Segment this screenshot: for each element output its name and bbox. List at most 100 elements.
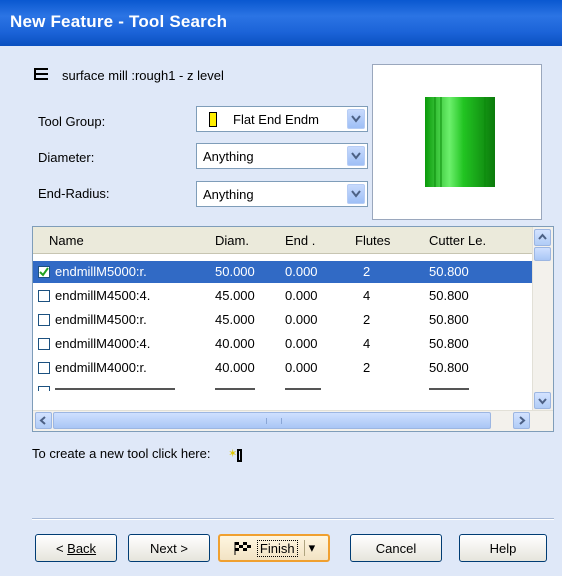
table-row-partial[interactable] xyxy=(33,381,533,391)
tool-group-label: Tool Group: xyxy=(38,114,106,129)
clipped-cell-text xyxy=(429,388,469,390)
cell-flutes: 2 xyxy=(363,360,371,375)
column-header-name[interactable]: Name xyxy=(49,233,84,248)
grip-icon xyxy=(266,418,282,424)
chevron-up-icon xyxy=(538,233,547,240)
finish-label: Finish xyxy=(256,539,298,557)
cell-end: 0.000 xyxy=(285,312,318,327)
cell-name: endmillM5000:r. xyxy=(55,264,147,279)
new-tool-label: To create a new tool click here: xyxy=(32,446,211,461)
cell-diam: 45.000 xyxy=(215,288,255,303)
operation-icon xyxy=(32,66,50,84)
cell-name: endmillM4000:r. xyxy=(55,360,147,375)
cell-flutes: 4 xyxy=(363,336,371,351)
tool-group-select[interactable]: Flat End Endm xyxy=(196,106,368,132)
cell-length: 50.800 xyxy=(429,264,469,279)
scroll-down-button[interactable] xyxy=(534,392,551,409)
cell-end: 0.000 xyxy=(285,264,318,279)
tool-icon xyxy=(237,448,243,462)
column-header-diam[interactable]: Diam. xyxy=(215,233,249,248)
chevron-down-icon xyxy=(538,398,547,405)
scroll-left-button[interactable] xyxy=(35,412,52,429)
cell-diam: 40.000 xyxy=(215,336,255,351)
back-label: Back xyxy=(67,540,97,556)
clipped-cell-text xyxy=(215,388,255,390)
row-checkbox[interactable] xyxy=(38,362,50,374)
cell-length: 50.800 xyxy=(429,360,469,375)
row-checkbox[interactable] xyxy=(38,386,50,391)
vertical-scroll-thumb[interactable] xyxy=(534,247,551,261)
cell-end: 0.000 xyxy=(285,288,318,303)
chevron-left-icon xyxy=(39,416,46,425)
cell-flutes: 2 xyxy=(363,312,371,327)
column-header-flutes[interactable]: Flutes xyxy=(355,233,390,248)
tool-group-value: Flat End Endm xyxy=(233,112,319,127)
next-label: Next > xyxy=(150,540,188,556)
cell-length: 50.800 xyxy=(429,288,469,303)
chevron-down-icon[interactable] xyxy=(347,184,365,204)
tool-preview xyxy=(372,64,542,220)
scroll-right-button[interactable] xyxy=(513,412,530,429)
diameter-label: Diameter: xyxy=(38,150,95,165)
operation-row: surface mill :rough1 - z level xyxy=(32,64,224,86)
window-title: New Feature - Tool Search xyxy=(10,12,228,31)
cell-name: endmillM4500:r. xyxy=(55,312,147,327)
diameter-value: Anything xyxy=(203,149,254,164)
column-header-cutter-length[interactable]: Cutter Le. xyxy=(429,233,486,248)
cell-flutes: 4 xyxy=(363,288,371,303)
table-row[interactable]: endmillM5000:r. 50.000 0.000 2 50.800 xyxy=(33,261,533,283)
cell-end: 0.000 xyxy=(285,360,318,375)
cell-name: endmillM4000:4. xyxy=(55,336,151,351)
column-header-end[interactable]: End . xyxy=(285,233,315,248)
vertical-scrollbar[interactable] xyxy=(532,227,553,411)
flat-end-tool-icon xyxy=(209,112,217,127)
cell-flutes: 2 xyxy=(363,264,371,279)
back-arrow: < xyxy=(55,540,68,556)
chevron-right-icon xyxy=(519,416,526,425)
tool-list-header: Name Diam. End . Flutes Cutter Le. xyxy=(33,227,533,254)
chevron-down-icon[interactable] xyxy=(347,109,365,129)
finish-button[interactable]: Finish ▾ xyxy=(218,534,330,562)
diameter-select[interactable]: Anything xyxy=(196,143,368,169)
table-row[interactable]: endmillM4500:4. 45.000 0.000 4 50.800 xyxy=(33,285,533,307)
end-radius-value: Anything xyxy=(203,187,254,202)
checkered-flag-icon xyxy=(234,542,251,555)
table-row[interactable]: endmillM4500:r. 45.000 0.000 2 50.800 xyxy=(33,309,533,331)
cell-end: 0.000 xyxy=(285,336,318,351)
checkmark-icon xyxy=(39,267,49,277)
clipped-cell-text xyxy=(285,388,321,390)
title-bar: New Feature - Tool Search xyxy=(0,0,562,46)
row-checkbox[interactable] xyxy=(38,266,50,278)
tool-preview-cylinder xyxy=(425,97,495,187)
chevron-down-icon[interactable] xyxy=(347,146,365,166)
cell-length: 50.800 xyxy=(429,312,469,327)
cell-diam: 50.000 xyxy=(215,264,255,279)
clipped-cell-text xyxy=(55,388,175,390)
tool-list[interactable]: Name Diam. End . Flutes Cutter Le. endmi… xyxy=(32,226,554,432)
sparkle-icon: ✶ xyxy=(228,447,238,460)
end-radius-label: End-Radius: xyxy=(38,186,110,201)
cell-diam: 40.000 xyxy=(215,360,255,375)
new-tool-icon[interactable]: ✶ xyxy=(228,447,248,463)
cancel-label: Cancel xyxy=(375,540,417,556)
table-row[interactable]: endmillM4000:r. 40.000 0.000 2 50.800 xyxy=(33,357,533,379)
row-checkbox[interactable] xyxy=(38,314,50,326)
horizontal-scrollbar[interactable] xyxy=(33,410,553,431)
table-row[interactable]: endmillM4000:4. 40.000 0.000 4 50.800 xyxy=(33,333,533,355)
cell-diam: 45.000 xyxy=(215,312,255,327)
next-button[interactable]: Next > xyxy=(128,534,210,562)
finish-dropdown-arrow[interactable]: ▾ xyxy=(303,540,315,556)
row-checkbox[interactable] xyxy=(38,290,50,302)
button-separator xyxy=(32,518,554,520)
end-radius-select[interactable]: Anything xyxy=(196,181,368,207)
cancel-button[interactable]: Cancel xyxy=(350,534,442,562)
new-tool-row: To create a new tool click here: ✶ xyxy=(32,446,248,463)
help-button[interactable]: Help xyxy=(459,534,547,562)
cell-name: endmillM4500:4. xyxy=(55,288,151,303)
operation-label: surface mill :rough1 - z level xyxy=(62,67,224,83)
back-button[interactable]: < Back xyxy=(35,534,117,562)
row-checkbox[interactable] xyxy=(38,338,50,350)
horizontal-scroll-thumb[interactable] xyxy=(53,412,491,429)
scroll-up-button[interactable] xyxy=(534,229,551,246)
help-label: Help xyxy=(489,540,517,556)
